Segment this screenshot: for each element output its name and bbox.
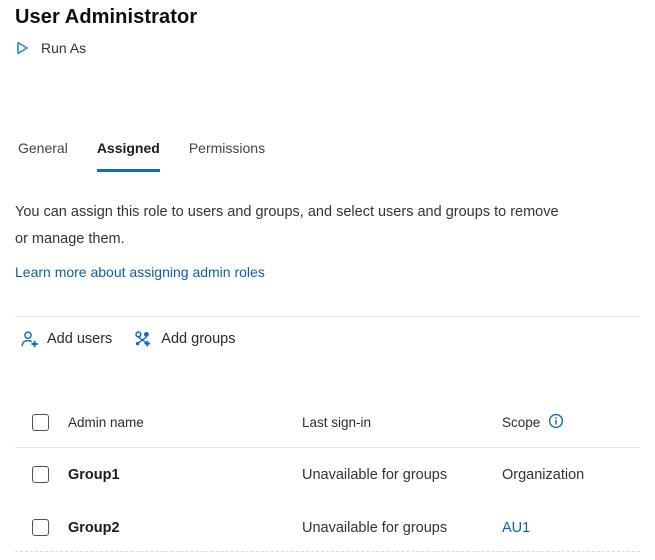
select-row-checkbox[interactable] bbox=[32, 519, 49, 536]
add-users-label: Add users bbox=[47, 331, 112, 347]
user-administrator-panel: User Administrator Run As General Assign… bbox=[0, 0, 655, 560]
person-add-icon bbox=[20, 330, 39, 348]
tab-permissions[interactable]: Permissions bbox=[189, 140, 265, 172]
select-row-checkbox[interactable] bbox=[32, 466, 49, 483]
run-as-label: Run As bbox=[41, 40, 86, 56]
tab-bar: General Assigned Permissions bbox=[18, 140, 265, 172]
add-groups-label: Add groups bbox=[161, 331, 235, 347]
info-icon[interactable] bbox=[548, 413, 564, 432]
section-divider-top bbox=[15, 316, 640, 317]
role-description-line1: You can assign this role to users and gr… bbox=[15, 199, 645, 226]
select-all-checkbox[interactable] bbox=[32, 414, 49, 431]
add-users-button[interactable]: Add users bbox=[20, 330, 112, 348]
scope-header-label: Scope bbox=[502, 415, 540, 430]
learn-more-link[interactable]: Learn more about assigning admin roles bbox=[15, 264, 265, 280]
column-header-scope[interactable]: Scope bbox=[502, 413, 564, 432]
last-sign-in-cell: Unavailable for groups bbox=[302, 467, 447, 483]
tab-general[interactable]: General bbox=[18, 140, 68, 172]
scope-cell-link[interactable]: AU1 bbox=[502, 520, 530, 536]
group-add-icon bbox=[132, 330, 153, 348]
column-header-admin-name[interactable]: Admin name bbox=[68, 415, 144, 430]
admin-name-cell[interactable]: Group1 bbox=[68, 467, 120, 483]
page-title: User Administrator bbox=[15, 6, 197, 29]
tab-assigned[interactable]: Assigned bbox=[97, 140, 160, 172]
run-as-button[interactable]: Run As bbox=[14, 40, 86, 56]
table-header-divider bbox=[15, 447, 640, 448]
admin-name-cell[interactable]: Group2 bbox=[68, 520, 120, 536]
table-action-bar: Add users Add groups bbox=[20, 330, 235, 348]
add-groups-button[interactable]: Add groups bbox=[132, 330, 235, 348]
column-header-last-sign-in[interactable]: Last sign-in bbox=[302, 415, 371, 430]
play-icon bbox=[14, 40, 30, 56]
scope-cell: Organization bbox=[502, 467, 584, 483]
role-description: You can assign this role to users and gr… bbox=[15, 199, 645, 253]
last-sign-in-cell: Unavailable for groups bbox=[302, 520, 447, 536]
role-description-line2: or manage them. bbox=[15, 226, 645, 253]
table-bottom-divider bbox=[15, 551, 640, 552]
